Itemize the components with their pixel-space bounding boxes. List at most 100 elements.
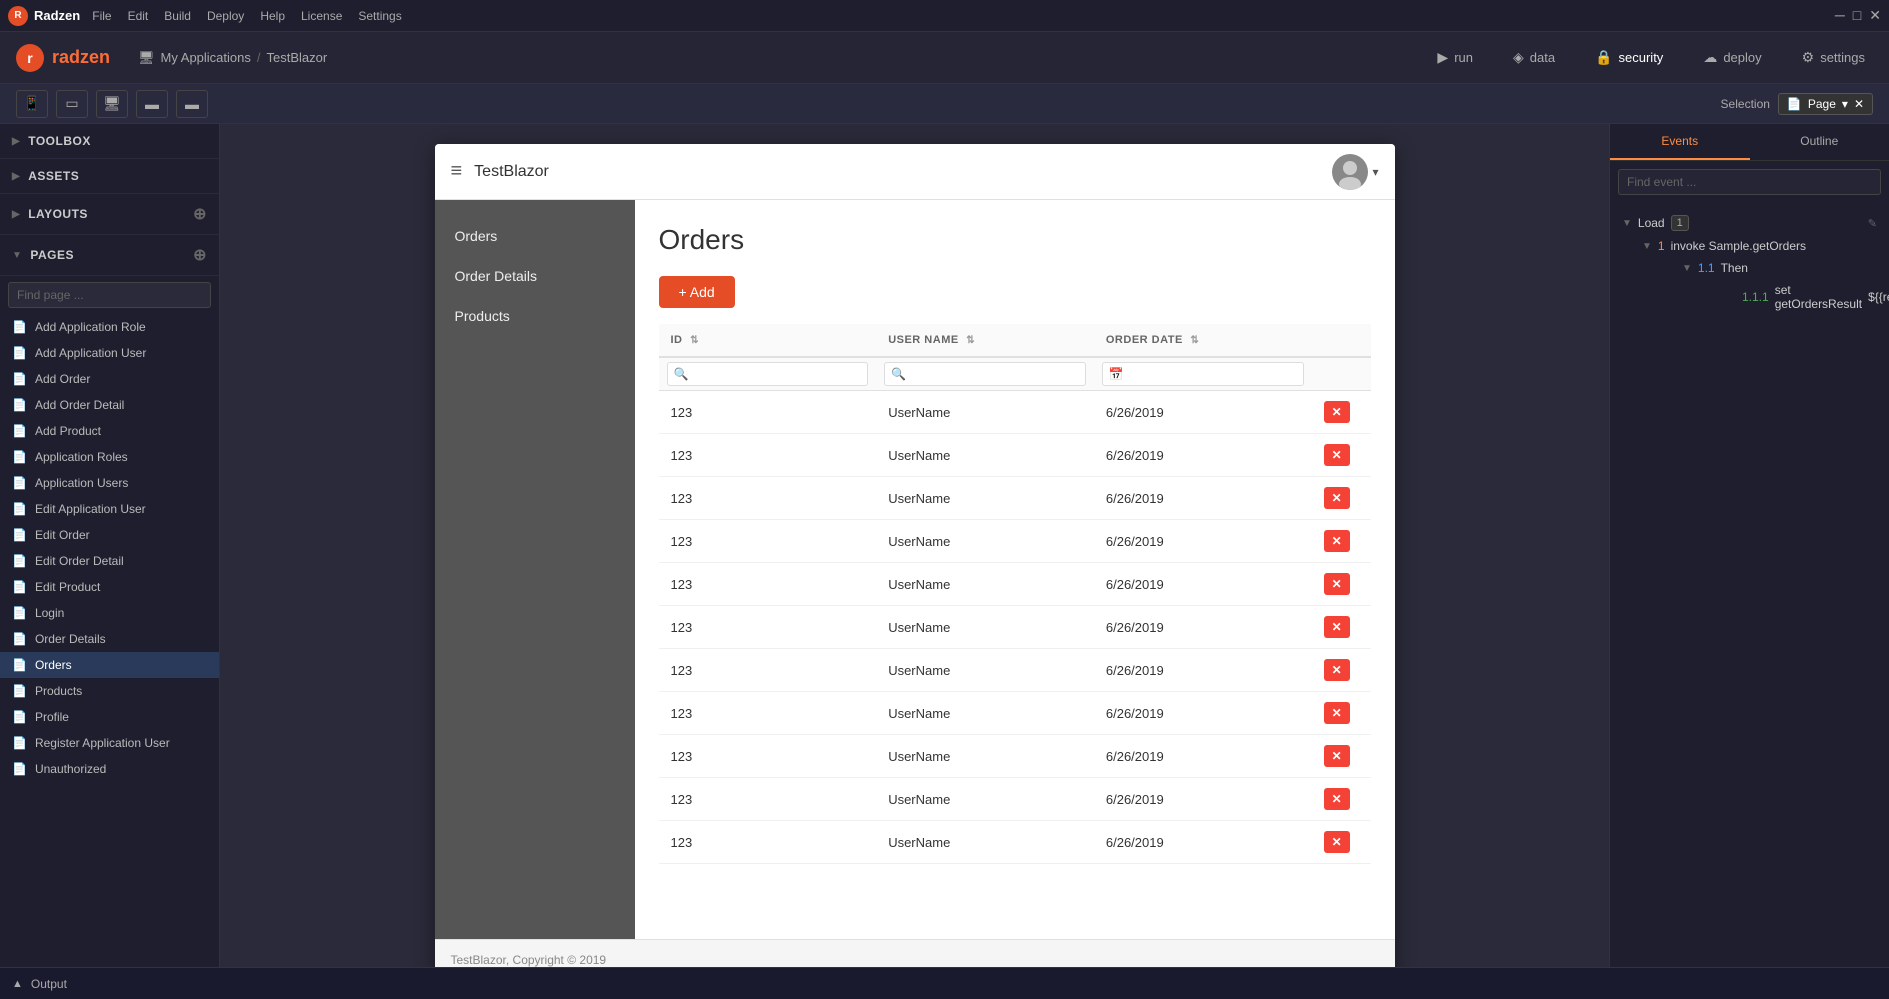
run-button[interactable]: ▶ run: [1429, 45, 1481, 70]
device-wide-btn[interactable]: ▬: [176, 90, 208, 118]
sidebar-item-add-order[interactable]: 📄 Add Order: [0, 366, 219, 392]
menu-help[interactable]: Help: [260, 9, 285, 23]
load-chevron-icon[interactable]: ▼: [1622, 218, 1632, 229]
minimize-button[interactable]: ─: [1835, 7, 1845, 24]
tab-outline[interactable]: Outline: [1750, 124, 1889, 160]
device-desktop-btn[interactable]: ▬: [136, 90, 168, 118]
sidebar-item-orders[interactable]: 📄 Orders: [0, 652, 219, 678]
cell-id: 123: [659, 649, 877, 692]
toolbox-header[interactable]: ▶ Toolbox: [0, 124, 219, 158]
menu-edit[interactable]: Edit: [128, 9, 149, 23]
delete-row-button[interactable]: ✕: [1324, 788, 1350, 810]
nav-item-products-label: Products: [455, 308, 510, 324]
load-label: Load: [1638, 216, 1665, 230]
close-button[interactable]: ✕: [1869, 7, 1881, 24]
radzen-logo-icon: R: [8, 6, 28, 26]
sidebar-item-add-order-detail[interactable]: 📄 Add Order Detail: [0, 392, 219, 418]
assets-header[interactable]: ▶ Assets: [0, 159, 219, 193]
device-tablet-btn[interactable]: ▭: [56, 90, 88, 118]
layouts-header[interactable]: ▶ Layouts ⊕: [0, 194, 219, 234]
invoke-chevron-icon[interactable]: ▼: [1642, 241, 1652, 252]
sort-icon-orderdate[interactable]: ⇅: [1190, 335, 1199, 346]
filter-id-input[interactable]: [667, 362, 869, 386]
data-icon: ◈: [1513, 49, 1524, 66]
delete-row-button[interactable]: ✕: [1324, 487, 1350, 509]
page-item-label: Edit Application User: [35, 502, 146, 516]
cell-orderdate: 6/26/2019: [1094, 735, 1312, 778]
device-desktop-sm-btn[interactable]: 🖥: [96, 90, 128, 118]
filter-orderdate-input[interactable]: [1102, 362, 1304, 386]
avatar-chevron-icon[interactable]: ▾: [1372, 165, 1378, 179]
toolbox-chevron: ▶: [12, 136, 20, 147]
delete-row-button[interactable]: ✕: [1324, 444, 1350, 466]
delete-row-button[interactable]: ✕: [1324, 401, 1350, 423]
data-button[interactable]: ◈ data: [1505, 45, 1563, 70]
load-edit-icon[interactable]: ✎: [1868, 217, 1877, 230]
cell-id: 123: [659, 477, 877, 520]
sort-icon-id[interactable]: ⇅: [690, 335, 699, 346]
tab-events[interactable]: Events: [1610, 124, 1750, 160]
sort-icon-username[interactable]: ⇅: [966, 335, 975, 346]
cell-username: UserName: [876, 477, 1094, 520]
sidebar-item-unauthorized[interactable]: 📄 Unauthorized: [0, 756, 219, 782]
deploy-button[interactable]: ☁ deploy: [1695, 45, 1769, 70]
sidebar-item-edit-product[interactable]: 📄 Edit Product: [0, 574, 219, 600]
add-order-button[interactable]: + Add: [659, 276, 735, 308]
sidebar-item-order-details[interactable]: 📄 Order Details: [0, 626, 219, 652]
sidebar-item-edit-application-user[interactable]: 📄 Edit Application User: [0, 496, 219, 522]
menu-settings[interactable]: Settings: [358, 9, 401, 23]
delete-row-button[interactable]: ✕: [1324, 573, 1350, 595]
nav-item-orders[interactable]: Orders: [435, 216, 635, 256]
layouts-add-button[interactable]: ⊕: [193, 204, 207, 224]
cell-orderdate: 6/26/2019: [1094, 391, 1312, 434]
delete-row-button[interactable]: ✕: [1324, 530, 1350, 552]
menu-license[interactable]: License: [301, 9, 342, 23]
event-invoke-area: ▼ 1 invoke Sample.getOrders ▼ 1.1 Then 1…: [1618, 235, 1881, 315]
sidebar-item-edit-order-detail[interactable]: 📄 Edit Order Detail: [0, 548, 219, 574]
security-button[interactable]: 🔒 security: [1587, 45, 1671, 70]
menu-build[interactable]: Build: [164, 9, 191, 23]
device-mobile-btn[interactable]: 📱: [16, 90, 48, 118]
delete-row-button[interactable]: ✕: [1324, 659, 1350, 681]
nav-item-products[interactable]: Products: [435, 296, 635, 336]
sidebar-item-add-application-role[interactable]: 📄 Add Application Role: [0, 314, 219, 340]
page-select-close[interactable]: ✕: [1854, 97, 1864, 111]
menu-file[interactable]: File: [92, 9, 111, 23]
cell-id: 123: [659, 520, 877, 563]
delete-row-button[interactable]: ✕: [1324, 616, 1350, 638]
sidebar-item-products[interactable]: 📄 Products: [0, 678, 219, 704]
user-avatar[interactable]: [1332, 154, 1368, 190]
nav-item-order-details[interactable]: Order Details: [435, 256, 635, 296]
sidebar-item-application-users[interactable]: 📄 Application Users: [0, 470, 219, 496]
sidebar-item-profile[interactable]: 📄 Profile: [0, 704, 219, 730]
sidebar-item-register-application-user[interactable]: 📄 Register Application User: [0, 730, 219, 756]
delete-row-button[interactable]: ✕: [1324, 702, 1350, 724]
pages-add-button[interactable]: ⊕: [193, 245, 207, 265]
page-select-dropdown[interactable]: 📄 Page ▾ ✕: [1778, 93, 1873, 115]
find-page-input[interactable]: [8, 282, 211, 308]
col-header-orderdate: ORDER DATE ⇅: [1094, 324, 1312, 357]
settings-button[interactable]: ⚙ settings: [1794, 45, 1873, 70]
menu-deploy[interactable]: Deploy: [207, 9, 244, 23]
delete-row-button[interactable]: ✕: [1324, 745, 1350, 767]
filter-username-input[interactable]: [884, 362, 1086, 386]
sidebar-item-application-roles[interactable]: 📄 Application Roles: [0, 444, 219, 470]
sidebar-item-add-application-user[interactable]: 📄 Add Application User: [0, 340, 219, 366]
sidebar-item-login[interactable]: 📄 Login: [0, 600, 219, 626]
delete-row-button[interactable]: ✕: [1324, 831, 1350, 853]
hamburger-menu-icon[interactable]: ≡: [451, 160, 463, 183]
maximize-button[interactable]: □: [1853, 7, 1861, 24]
sidebar-item-add-product[interactable]: 📄 Add Product: [0, 418, 219, 444]
breadcrumb-part2[interactable]: TestBlazor: [267, 50, 328, 65]
sidebar-item-edit-order[interactable]: 📄 Edit Order: [0, 522, 219, 548]
then-chevron-icon[interactable]: ▼: [1682, 263, 1692, 274]
breadcrumb-part1[interactable]: My Applications: [161, 50, 251, 65]
event-search-input[interactable]: [1618, 169, 1881, 195]
brand-name: radzen: [52, 47, 110, 68]
cell-id: 123: [659, 735, 877, 778]
output-bar[interactable]: ▲ Output: [0, 967, 1889, 999]
page-file-icon: 📄: [12, 710, 27, 724]
output-label: Output: [31, 977, 67, 991]
toolbar-actions: ▶ run ◈ data 🔒 security ☁ deploy ⚙ setti…: [1429, 45, 1873, 70]
pages-header[interactable]: ▼ Pages ⊕: [0, 235, 219, 275]
